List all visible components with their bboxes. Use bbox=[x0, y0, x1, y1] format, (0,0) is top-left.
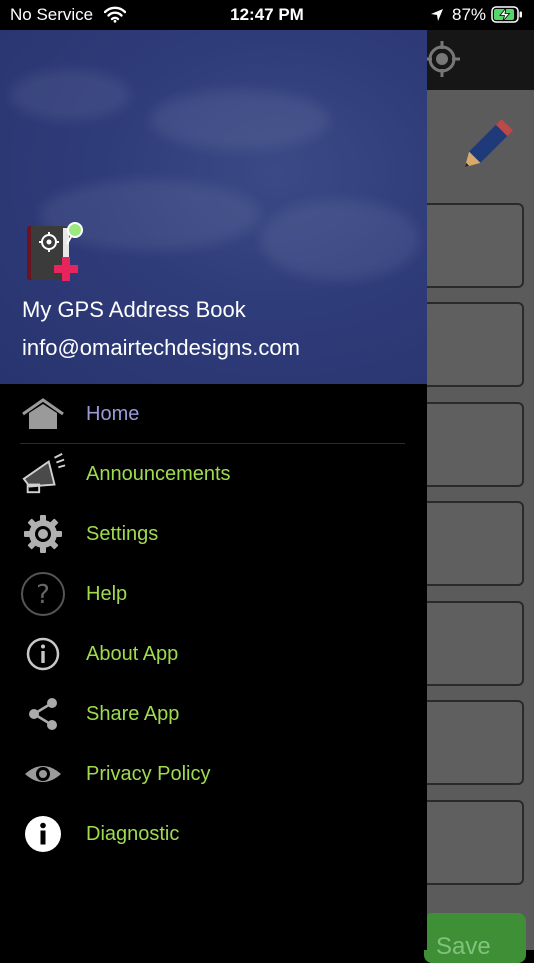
background-input-field[interactable] bbox=[418, 501, 524, 586]
megaphone-icon bbox=[20, 451, 66, 497]
pencil-icon[interactable] bbox=[458, 110, 524, 176]
help-icon: ? bbox=[20, 571, 66, 617]
menu-item-diagnostic[interactable]: Diagnostic bbox=[0, 804, 427, 864]
gps-target-icon[interactable] bbox=[423, 40, 461, 82]
cloud-decoration bbox=[150, 90, 330, 150]
drawer-header: My GPS Address Book info@omairtechdesign… bbox=[0, 30, 427, 384]
menu-item-settings[interactable]: Settings bbox=[0, 504, 427, 564]
menu-label: Announcements bbox=[86, 462, 231, 485]
background-input-field[interactable] bbox=[418, 700, 524, 785]
menu-label: Diagnostic bbox=[86, 822, 180, 845]
home-icon bbox=[20, 391, 66, 437]
status-bar: No Service 12:47 PM 87% bbox=[0, 0, 534, 30]
battery-charging-icon bbox=[491, 6, 523, 28]
battery-percent: 87% bbox=[452, 5, 487, 24]
menu-item-help[interactable]: ? Help bbox=[0, 564, 427, 624]
app-name: My GPS Address Book bbox=[22, 297, 246, 322]
background-input-field[interactable] bbox=[418, 402, 524, 487]
gear-icon bbox=[20, 511, 66, 557]
location-arrow-icon bbox=[430, 7, 444, 27]
menu-item-home[interactable]: Home bbox=[0, 384, 427, 444]
cloud-decoration bbox=[260, 200, 420, 280]
save-button[interactable]: Save bbox=[424, 913, 526, 963]
background-input-field[interactable] bbox=[418, 302, 524, 387]
share-icon bbox=[20, 691, 66, 737]
menu-label: About App bbox=[86, 642, 179, 665]
info-outline-icon bbox=[20, 631, 66, 677]
cloud-decoration bbox=[10, 70, 130, 120]
menu-label: Share App bbox=[86, 702, 180, 725]
eye-icon bbox=[20, 751, 66, 797]
menu-item-privacy-policy[interactable]: Privacy Policy bbox=[0, 744, 427, 804]
menu-item-share-app[interactable]: Share App bbox=[0, 684, 427, 744]
menu-label: Help bbox=[86, 582, 128, 605]
navigation-drawer: My GPS Address Book info@omairtechdesign… bbox=[0, 30, 427, 950]
background-input-field[interactable] bbox=[418, 800, 524, 885]
menu-label: Privacy Policy bbox=[86, 762, 211, 785]
svg-text:?: ? bbox=[36, 580, 50, 610]
info-filled-icon bbox=[20, 811, 66, 857]
menu-item-about-app[interactable]: About App bbox=[0, 624, 427, 684]
background-input-field[interactable] bbox=[418, 601, 524, 686]
drawer-menu: Home Announcements Settings ? Help About… bbox=[0, 384, 427, 864]
background-input-field[interactable] bbox=[418, 203, 524, 288]
menu-label: Settings bbox=[86, 522, 159, 545]
menu-item-announcements[interactable]: Announcements bbox=[0, 444, 427, 504]
app-email: info@omairtechdesigns.com bbox=[22, 335, 300, 360]
menu-label: Home bbox=[86, 402, 140, 425]
app-logo-icon bbox=[23, 220, 87, 290]
